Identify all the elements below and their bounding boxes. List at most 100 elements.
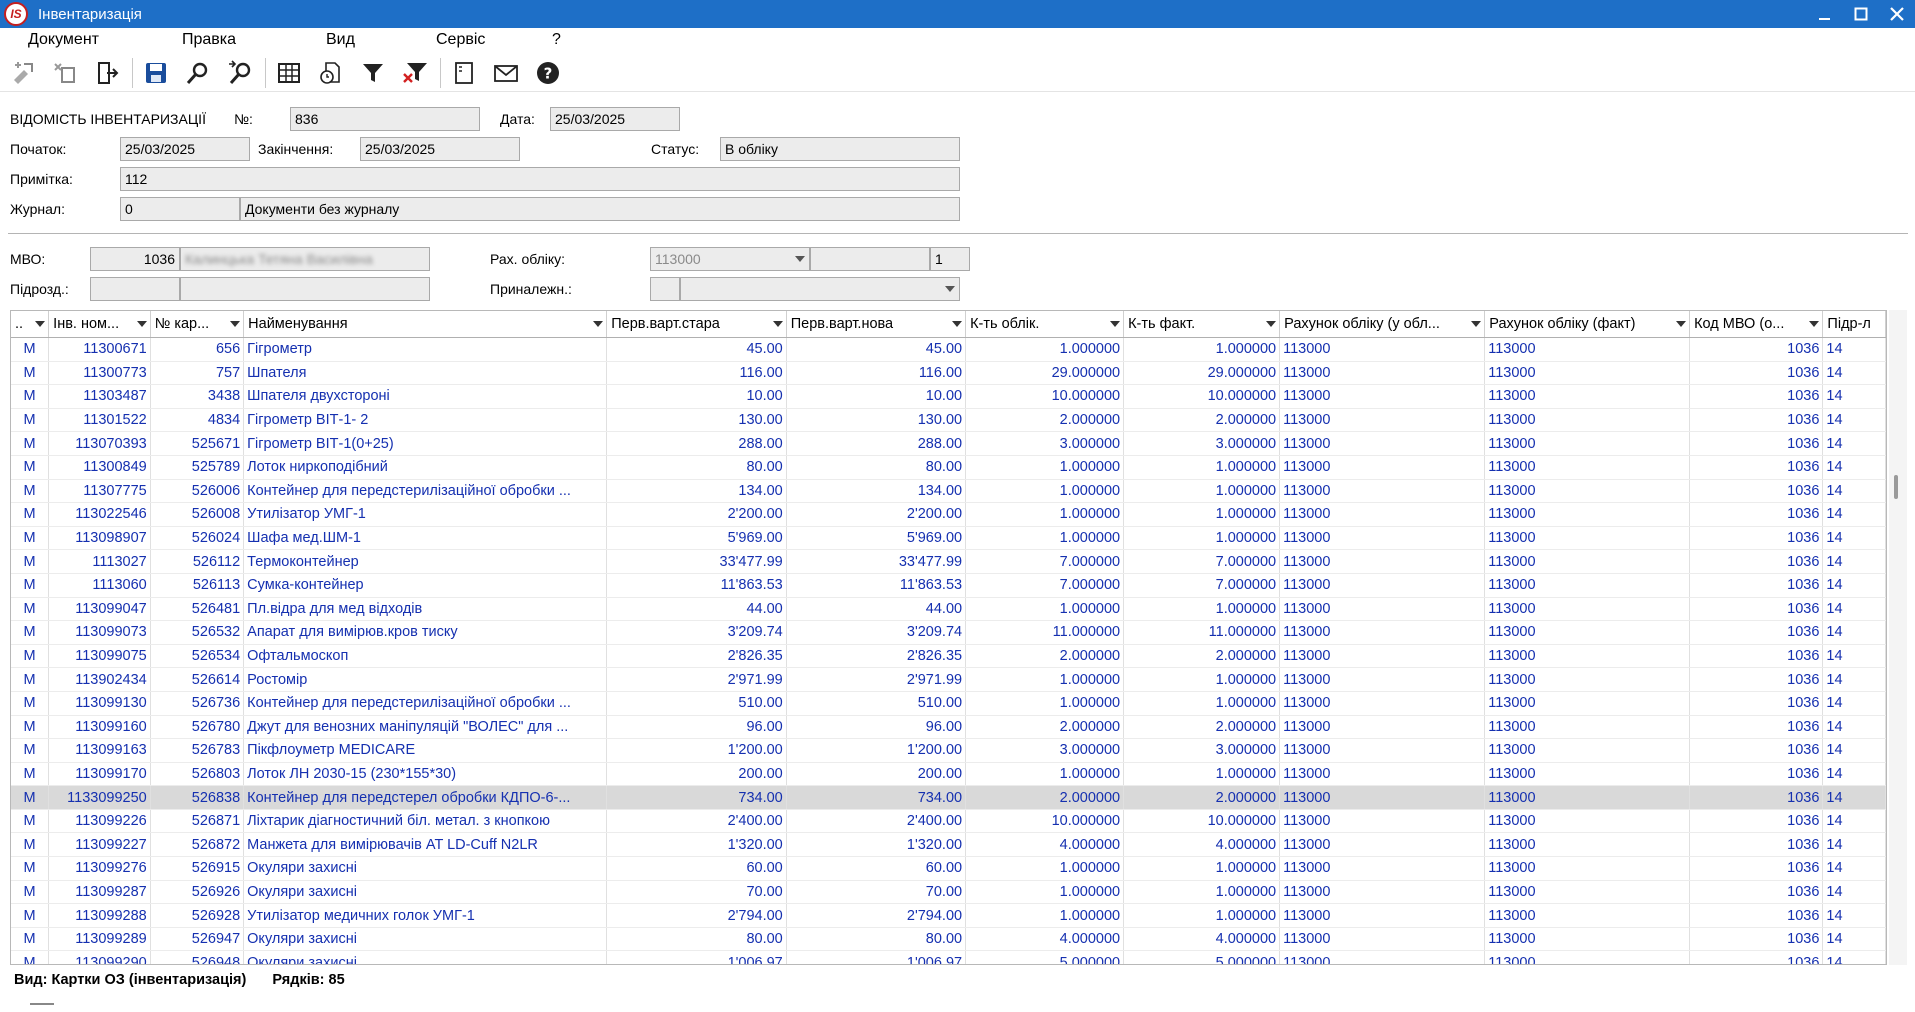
table-cell[interactable]: 113099287 bbox=[48, 880, 151, 905]
table-cell[interactable]: Джут для венозних маніпуляцій "ВОЛЕС" дл… bbox=[243, 715, 608, 740]
table-cell[interactable]: 526838 bbox=[150, 785, 245, 810]
table-cell[interactable]: 4.000000 bbox=[965, 832, 1125, 858]
table-cell[interactable]: 113000 bbox=[1279, 809, 1486, 834]
table-cell[interactable]: 1036 bbox=[1689, 455, 1824, 480]
menu-view[interactable]: Вид bbox=[316, 31, 396, 49]
table-cell[interactable]: 14 bbox=[1822, 526, 1886, 551]
table-cell[interactable]: 113000 bbox=[1484, 715, 1691, 740]
table-cell[interactable]: 45.00 bbox=[786, 337, 967, 362]
table-row[interactable]: М 113099130 526736 Контейнер для передстери… bbox=[11, 691, 1886, 716]
table-cell[interactable]: 526915 bbox=[150, 856, 245, 881]
table-cell[interactable]: 3.000000 bbox=[1123, 431, 1281, 456]
table-cell[interactable]: Гігрометр ВІТ-1- 2 bbox=[243, 408, 608, 433]
table-cell[interactable]: 2.000000 bbox=[1123, 785, 1281, 810]
table-cell[interactable]: 113099288 bbox=[48, 903, 151, 928]
table-cell[interactable]: 1036 bbox=[1689, 832, 1824, 858]
table-cell[interactable]: 134.00 bbox=[606, 479, 787, 504]
table-cell[interactable]: М bbox=[11, 620, 50, 645]
table-cell[interactable]: 14 bbox=[1822, 715, 1886, 740]
journal-name-field[interactable]: Документи без журналу bbox=[240, 197, 960, 221]
table-cell[interactable]: 526024 bbox=[150, 526, 245, 551]
document-icon[interactable] bbox=[447, 56, 481, 90]
journal-code-field[interactable]: 0 bbox=[120, 197, 240, 221]
subdiv-name-field[interactable] bbox=[180, 277, 430, 301]
table-cell[interactable]: Манжета для вимірювачів AT LD-Cuff N2LR bbox=[243, 832, 608, 858]
table-cell[interactable]: 45.00 bbox=[606, 337, 787, 362]
note-field[interactable]: 112 bbox=[120, 167, 960, 191]
table-cell[interactable]: 1.000000 bbox=[965, 526, 1125, 551]
table-cell[interactable]: 14 bbox=[1822, 479, 1886, 504]
table-cell[interactable]: М bbox=[11, 502, 50, 527]
table-row[interactable]: М 11300671 656 Гігрометр 45.00 45.00 1.000000 1… bbox=[11, 337, 1886, 362]
table-cell[interactable]: 60.00 bbox=[606, 856, 787, 881]
table-cell[interactable]: 526614 bbox=[150, 667, 245, 692]
table-cell[interactable]: 1.000000 bbox=[1123, 502, 1281, 527]
table-cell[interactable]: 526008 bbox=[150, 502, 245, 527]
column-filter-icon[interactable] bbox=[1809, 321, 1820, 327]
table-cell[interactable]: 200.00 bbox=[606, 762, 787, 787]
table-row[interactable]: М 11307775 526006 Контейнер для передстерил… bbox=[11, 479, 1886, 504]
table-cell[interactable]: 11'863.53 bbox=[606, 573, 787, 598]
table-cell[interactable]: 44.00 bbox=[786, 597, 967, 622]
table-cell[interactable]: 113000 bbox=[1484, 455, 1691, 480]
table-cell[interactable]: 113000 bbox=[1279, 455, 1486, 480]
column-filter-icon[interactable] bbox=[593, 321, 604, 327]
table-cell[interactable]: 113000 bbox=[1484, 597, 1691, 622]
table-cell[interactable]: 1036 bbox=[1689, 856, 1824, 881]
column-filter-icon[interactable] bbox=[952, 321, 963, 327]
table-cell[interactable]: Гігрометр ВІТ-1(0+25) bbox=[243, 431, 608, 456]
table-cell[interactable]: 134.00 bbox=[786, 479, 967, 504]
table-cell[interactable]: 525671 bbox=[150, 431, 245, 456]
table-cell[interactable]: 1.000000 bbox=[1123, 856, 1281, 881]
table-cell[interactable]: 113000 bbox=[1279, 549, 1486, 574]
table-cell[interactable]: 113000 bbox=[1484, 832, 1691, 858]
table-cell[interactable]: Окуляри захисні bbox=[243, 880, 608, 905]
mvo-name-field[interactable]: Калинцька Тетяна Василівна bbox=[180, 247, 430, 271]
table-cell[interactable]: 1.000000 bbox=[1123, 880, 1281, 905]
table-cell[interactable]: 2.000000 bbox=[965, 715, 1125, 740]
column-filter-icon[interactable] bbox=[1676, 321, 1687, 327]
close-icon[interactable] bbox=[1879, 0, 1915, 28]
column-filter-icon[interactable] bbox=[35, 321, 46, 327]
table-cell[interactable]: М bbox=[11, 479, 50, 504]
table-cell[interactable]: 96.00 bbox=[786, 715, 967, 740]
column-header[interactable]: Перв.варт.стара bbox=[606, 311, 787, 338]
table-cell[interactable]: 526113 bbox=[150, 573, 245, 598]
end-date-field[interactable]: 25/03/2025 bbox=[360, 137, 520, 161]
table-cell[interactable]: 113000 bbox=[1484, 667, 1691, 692]
table-row[interactable]: М 113099227 526872 Манжета для вимірювачів … bbox=[11, 832, 1886, 858]
table-cell[interactable]: Окуляри захисні bbox=[243, 927, 608, 952]
table-cell[interactable]: 113000 bbox=[1279, 620, 1486, 645]
table-cell[interactable]: 1036 bbox=[1689, 384, 1824, 409]
table-cell[interactable]: М bbox=[11, 549, 50, 574]
table-cell[interactable]: Пл.відра для мед відходів bbox=[243, 597, 608, 622]
table-cell[interactable]: 526926 bbox=[150, 880, 245, 905]
table-cell[interactable]: 113000 bbox=[1279, 715, 1486, 740]
table-cell[interactable]: 113099075 bbox=[48, 644, 151, 669]
table-cell[interactable]: М bbox=[11, 337, 50, 362]
table-cell[interactable]: 14 bbox=[1822, 644, 1886, 669]
table-cell[interactable]: 2'400.00 bbox=[606, 809, 787, 834]
table-cell[interactable]: М bbox=[11, 431, 50, 456]
account-extra-field[interactable] bbox=[810, 247, 930, 271]
table-cell[interactable]: 1036 bbox=[1689, 809, 1824, 834]
table-cell[interactable]: 1036 bbox=[1689, 526, 1824, 551]
table-cell[interactable]: 113000 bbox=[1484, 927, 1691, 952]
table-cell[interactable]: 288.00 bbox=[786, 431, 967, 456]
table-cell[interactable]: 29.000000 bbox=[1123, 361, 1281, 386]
table-cell[interactable]: 113000 bbox=[1279, 950, 1486, 964]
table-cell[interactable]: 14 bbox=[1822, 549, 1886, 574]
table-cell[interactable]: 1'006.97 bbox=[786, 950, 967, 964]
table-cell[interactable]: 10.000000 bbox=[1123, 384, 1281, 409]
belong-code-field[interactable] bbox=[650, 277, 680, 301]
table-row[interactable]: М 11301522 4834 Гігрометр ВІТ-1- 2 130.00 130… bbox=[11, 408, 1886, 433]
table-row[interactable]: М 113022546 526008 Утилізатор УМГ-1 2'200.00… bbox=[11, 502, 1886, 527]
table-cell[interactable]: 526928 bbox=[150, 903, 245, 928]
table-cell[interactable]: 11.000000 bbox=[1123, 620, 1281, 645]
table-cell[interactable]: 526780 bbox=[150, 715, 245, 740]
table-cell[interactable]: 113099160 bbox=[48, 715, 151, 740]
table-cell[interactable]: М bbox=[11, 950, 50, 964]
title-bar[interactable]: IS Інвентаризація bbox=[0, 0, 1915, 28]
column-filter-icon[interactable] bbox=[1110, 321, 1121, 327]
table-cell[interactable]: 1036 bbox=[1689, 361, 1824, 386]
